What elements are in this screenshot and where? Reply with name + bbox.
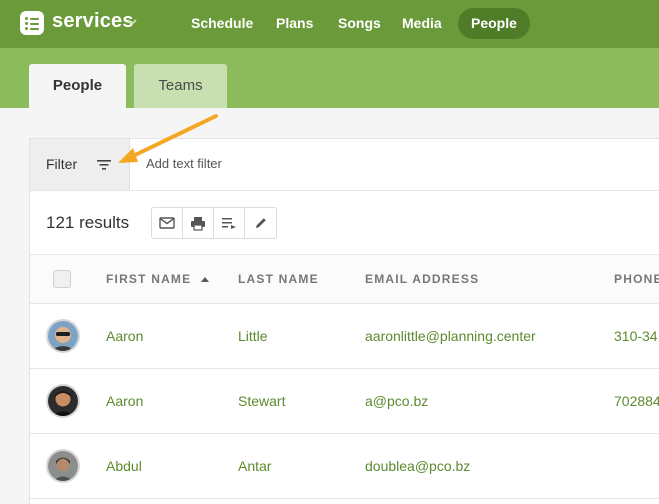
tab-teams[interactable]: Teams — [134, 64, 227, 108]
add-to-list-button[interactable] — [214, 208, 245, 238]
table-row[interactable]: Aaron Little aaronlittle@planning.center… — [30, 304, 659, 369]
table-row[interactable]: Abdul Antar doublea@pco.bz — [30, 434, 659, 499]
text-filter-input[interactable]: Add text filter — [146, 156, 222, 171]
playlist-icon — [222, 218, 236, 229]
print-button[interactable] — [183, 208, 214, 238]
chevron-down-icon[interactable] — [126, 16, 138, 28]
col-first-name[interactable]: FIRST NAME — [106, 272, 191, 286]
top-navbar: services Schedule Plans Songs Media Peop… — [0, 0, 659, 48]
col-phone[interactable]: PHONE — [614, 272, 659, 286]
nav-songs[interactable]: Songs — [338, 15, 381, 31]
pencil-icon — [255, 218, 266, 228]
first-name[interactable]: Aaron — [106, 393, 143, 409]
print-icon — [191, 216, 205, 231]
avatar — [46, 319, 80, 353]
first-name[interactable]: Aaron — [106, 328, 143, 344]
last-name[interactable]: Stewart — [238, 393, 285, 409]
first-name[interactable]: Abdul — [106, 458, 142, 474]
email[interactable]: doublea@pco.bz — [365, 458, 470, 474]
col-email-address[interactable]: EMAIL ADDRESS — [365, 272, 479, 286]
col-last-name[interactable]: LAST NAME — [238, 272, 319, 286]
people-panel: Filter Add text filter 121 results FIRST… — [29, 138, 659, 504]
nav-media[interactable]: Media — [402, 15, 442, 31]
phone[interactable]: 310-34 — [614, 328, 658, 344]
app-name[interactable]: services — [52, 10, 134, 33]
filter-bar: Filter Add text filter — [30, 139, 659, 191]
select-all-checkbox[interactable] — [53, 270, 71, 288]
results-count: 121 results — [46, 213, 130, 232]
nav-plans[interactable]: Plans — [276, 15, 313, 31]
filter-label: Filter — [46, 156, 78, 172]
email[interactable]: aaronlittle@planning.center — [365, 328, 536, 344]
table-header: FIRST NAME LAST NAME EMAIL ADDRESS PHONE — [30, 254, 659, 304]
tab-people[interactable]: People — [29, 64, 126, 108]
filter-button[interactable]: Filter — [30, 139, 130, 190]
avatar — [46, 384, 80, 418]
nav-people[interactable]: People — [458, 8, 530, 39]
edit-button[interactable] — [245, 208, 276, 238]
email[interactable]: a@pco.bz — [365, 393, 428, 409]
table-row[interactable]: Aaron Stewart a@pco.bz 702884 — [30, 369, 659, 434]
nav-schedule[interactable]: Schedule — [191, 15, 253, 31]
sort-asc-icon — [201, 277, 209, 282]
services-logo-icon[interactable] — [20, 11, 44, 35]
mail-icon — [159, 217, 175, 229]
last-name[interactable]: Antar — [238, 458, 271, 474]
filter-icon — [97, 160, 111, 170]
email-button[interactable] — [152, 208, 183, 238]
tab-bar: People Teams — [0, 48, 659, 108]
avatar — [46, 449, 80, 483]
bulk-actions-toolbar — [151, 207, 277, 239]
phone[interactable]: 702884 — [614, 393, 659, 409]
last-name[interactable]: Little — [238, 328, 268, 344]
